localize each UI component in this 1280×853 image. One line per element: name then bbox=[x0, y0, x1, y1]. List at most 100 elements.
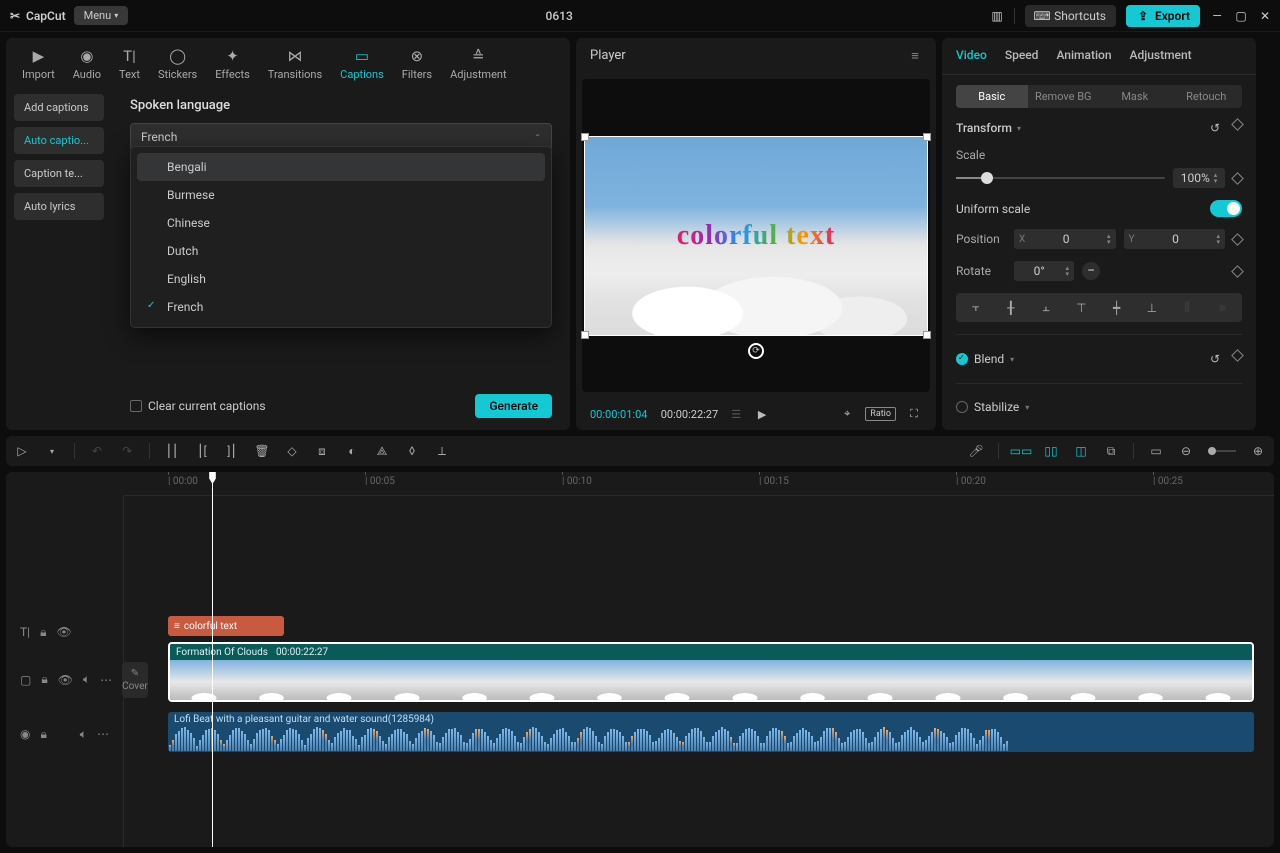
zoom-out-icon[interactable]: ⊖ bbox=[1178, 443, 1194, 459]
player-menu-icon[interactable]: ≡ bbox=[908, 49, 922, 63]
sub-tab-mask[interactable]: Mask bbox=[1099, 85, 1171, 108]
marker-icon[interactable]: ◇ bbox=[284, 443, 300, 459]
zoom-in-icon[interactable]: ⊕ bbox=[1250, 443, 1266, 459]
lock-icon[interactable]: 🔒︎ bbox=[40, 727, 46, 742]
close-button[interactable]: ✕ bbox=[1258, 9, 1272, 23]
reverse-icon[interactable]: ◐ bbox=[344, 443, 360, 459]
rotate-dial[interactable]: − bbox=[1082, 262, 1100, 280]
layout-icon[interactable]: ▥ bbox=[990, 9, 1004, 23]
tab-stickers[interactable]: ◯Stickers bbox=[150, 42, 205, 86]
mute-icon[interactable]: 🔈︎ bbox=[80, 727, 87, 742]
split-right-icon[interactable]: ]⎮ bbox=[224, 443, 240, 459]
lang-option-dutch[interactable]: Dutch bbox=[137, 237, 545, 265]
undo-icon[interactable]: ↶ bbox=[89, 443, 105, 459]
magnet-clip-icon[interactable]: ◫ bbox=[1073, 443, 1089, 459]
mirror-icon[interactable]: ⟁ bbox=[374, 443, 390, 459]
magnet-main-icon[interactable]: ▭▭ bbox=[1013, 443, 1029, 459]
align-center-v-icon[interactable]: ┿ bbox=[1100, 296, 1133, 319]
redo-icon[interactable]: ↷ bbox=[119, 443, 135, 459]
tab-text[interactable]: T|Text bbox=[111, 42, 148, 86]
split-left-icon[interactable]: ⎮[ bbox=[194, 443, 210, 459]
insp-tab-video[interactable]: Video bbox=[956, 48, 987, 64]
more-icon[interactable]: ⋯ bbox=[97, 727, 109, 741]
sub-tab-retouch[interactable]: Retouch bbox=[1171, 85, 1243, 108]
caption-side-caption-te---[interactable]: Caption te... bbox=[14, 160, 104, 187]
align-left-icon[interactable]: ⫟ bbox=[959, 296, 992, 319]
reset-icon[interactable]: ↺ bbox=[1207, 120, 1223, 136]
maximize-button[interactable]: ▢ bbox=[1234, 9, 1248, 23]
tab-import[interactable]: ▶Import bbox=[14, 42, 63, 86]
crop-icon[interactable]: ⌖ bbox=[839, 406, 855, 422]
link-icon[interactable]: ⧉ bbox=[1103, 443, 1119, 459]
insp-tab-adjustment[interactable]: Adjustment bbox=[1130, 48, 1192, 64]
stabilize-section[interactable]: Stabilize▾ bbox=[956, 400, 1029, 414]
generate-button[interactable]: Generate bbox=[475, 394, 552, 418]
eye-icon[interactable]: 👁︎ bbox=[58, 673, 73, 687]
pointer-dropdown-icon[interactable]: ▾ bbox=[44, 443, 60, 459]
align-bottom-icon[interactable]: ⊥ bbox=[1135, 296, 1168, 319]
mute-icon[interactable]: 🔈︎ bbox=[83, 672, 90, 687]
keyframe-icon[interactable] bbox=[1231, 265, 1244, 278]
scale-slider[interactable] bbox=[956, 177, 1165, 179]
blend-section[interactable]: Blend▾ bbox=[956, 352, 1014, 366]
list-icon[interactable]: ☰ bbox=[728, 406, 744, 422]
tab-adjustment[interactable]: ≙Adjustment bbox=[442, 42, 515, 86]
refresh-icon[interactable]: ⟳ bbox=[748, 343, 764, 359]
video-clip[interactable]: Formation Of Clouds00:00:22:27 bbox=[168, 642, 1254, 702]
preview-text-overlay[interactable]: colorful text bbox=[677, 220, 835, 252]
transform-section[interactable]: Transform▾ bbox=[956, 121, 1021, 135]
caption-side-auto-lyrics[interactable]: Auto lyrics bbox=[14, 193, 104, 220]
align-right-icon[interactable]: ⫠ bbox=[1030, 296, 1063, 319]
reset-icon[interactable]: ↺ bbox=[1207, 351, 1223, 367]
menu-button[interactable]: Menu▾ bbox=[74, 6, 129, 25]
lang-option-bengali[interactable]: Bengali bbox=[137, 153, 545, 181]
shortcuts-button[interactable]: ⌨Shortcuts bbox=[1025, 5, 1116, 27]
tab-transitions[interactable]: ⋈Transitions bbox=[260, 42, 330, 86]
play-button[interactable]: ▶ bbox=[754, 406, 770, 422]
insp-tab-speed[interactable]: Speed bbox=[1005, 48, 1039, 64]
timeline-tracks[interactable]: ≡colorful text Formation Of Clouds00:00:… bbox=[124, 496, 1274, 847]
position-x-input[interactable]: X0▴▾ bbox=[1014, 229, 1116, 249]
freeze-icon[interactable]: ⧈ bbox=[314, 443, 330, 459]
tab-filters[interactable]: ⊗Filters bbox=[394, 42, 440, 86]
crop-tool-icon[interactable]: ⟂ bbox=[434, 443, 450, 459]
uniform-scale-toggle[interactable] bbox=[1210, 200, 1242, 217]
lock-icon[interactable]: 🔒︎ bbox=[41, 672, 47, 687]
align-center-h-icon[interactable]: ╂ bbox=[994, 296, 1027, 319]
keyframe-icon[interactable] bbox=[1231, 118, 1244, 131]
tab-effects[interactable]: ✦Effects bbox=[207, 42, 258, 86]
split-icon[interactable]: ⎮⎮ bbox=[164, 443, 180, 459]
lang-option-burmese[interactable]: Burmese bbox=[137, 181, 545, 209]
audio-clip[interactable]: Lofi Beat with a pleasant guitar and wat… bbox=[168, 712, 1254, 752]
tab-audio[interactable]: ◉Audio bbox=[65, 42, 109, 86]
eye-icon[interactable]: 👁︎ bbox=[56, 625, 71, 639]
lang-option-english[interactable]: English bbox=[137, 265, 545, 293]
rotate-tool-icon[interactable]: ◊ bbox=[404, 443, 420, 459]
keyframe-icon[interactable] bbox=[1231, 233, 1244, 246]
preview-toggle-icon[interactable]: ▭ bbox=[1148, 443, 1164, 459]
fullscreen-icon[interactable]: ⛶ bbox=[906, 406, 922, 422]
minimize-button[interactable]: — bbox=[1210, 9, 1224, 23]
export-button[interactable]: ⇪Export bbox=[1126, 5, 1200, 27]
more-icon[interactable]: ⋯ bbox=[100, 673, 112, 687]
align-top-icon[interactable]: ⊤ bbox=[1065, 296, 1098, 319]
position-y-input[interactable]: Y0▴▾ bbox=[1124, 229, 1226, 249]
lang-option-french[interactable]: ✓French bbox=[137, 293, 545, 321]
caption-side-add-captions[interactable]: Add captions bbox=[14, 94, 104, 121]
lock-icon[interactable]: 🔒︎ bbox=[40, 625, 46, 640]
scale-value[interactable]: 100%▴▾ bbox=[1173, 168, 1225, 188]
keyframe-icon[interactable] bbox=[1231, 349, 1244, 362]
keyframe-icon[interactable] bbox=[1231, 172, 1244, 185]
delete-icon[interactable]: 🗑 bbox=[254, 443, 270, 459]
caption-side-auto-captio---[interactable]: Auto captio... bbox=[14, 127, 104, 154]
magnet-track-icon[interactable]: ▯▯ bbox=[1043, 443, 1059, 459]
clear-captions-checkbox[interactable]: Clear current captions bbox=[130, 399, 266, 413]
sub-tab-basic[interactable]: Basic bbox=[956, 85, 1028, 108]
zoom-slider[interactable] bbox=[1208, 450, 1236, 452]
sub-tab-remove-bg[interactable]: Remove BG bbox=[1028, 85, 1100, 108]
insp-tab-animation[interactable]: Animation bbox=[1056, 48, 1111, 64]
text-clip[interactable]: ≡colorful text bbox=[168, 616, 284, 636]
rotate-input[interactable]: 0°▴▾ bbox=[1014, 261, 1074, 281]
pointer-tool-icon[interactable]: ▷ bbox=[14, 443, 30, 459]
mic-icon[interactable]: 🎤︎ bbox=[968, 443, 984, 459]
